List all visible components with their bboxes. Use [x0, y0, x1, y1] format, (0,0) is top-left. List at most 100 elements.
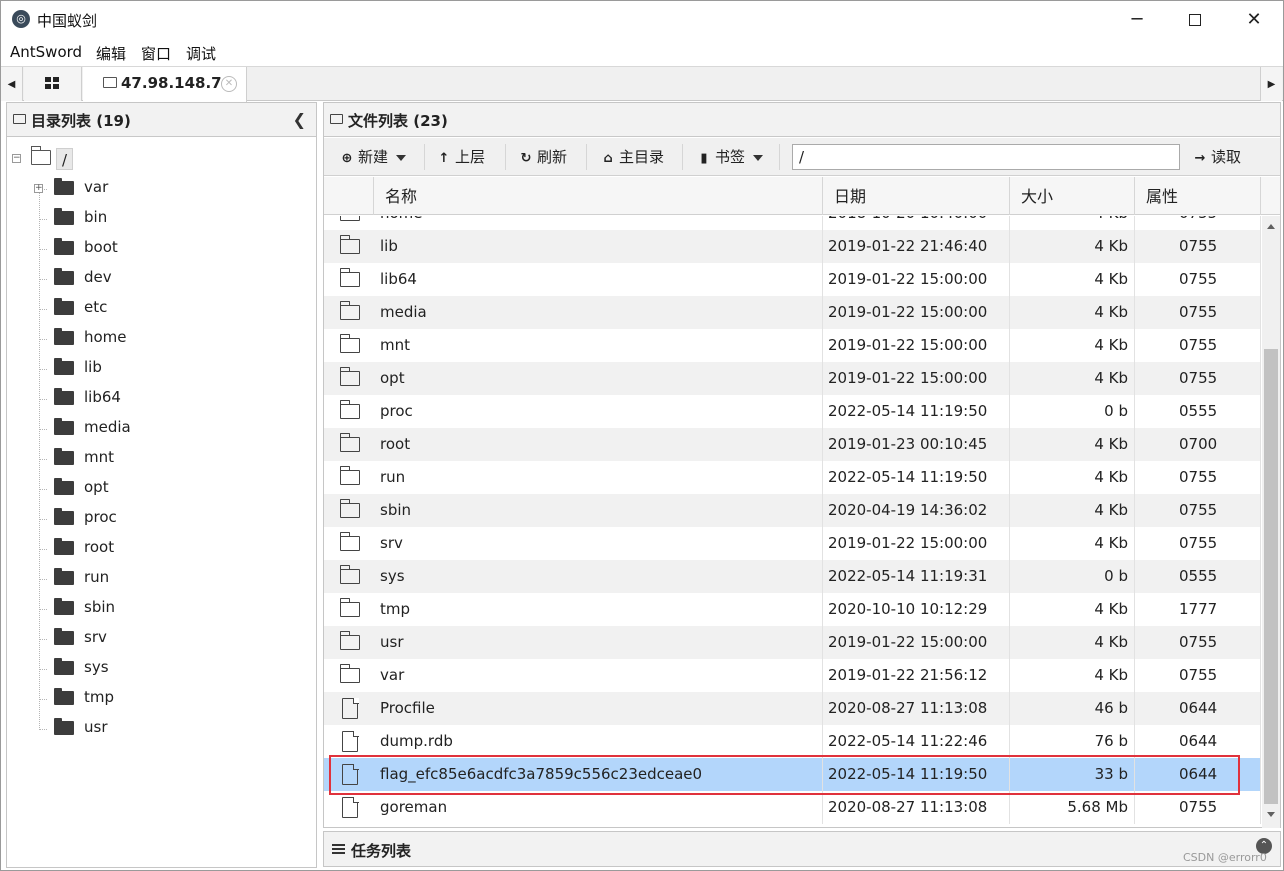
table-row[interactable]: home2018-10-20 10:40:004 Kb0755 — [324, 216, 1261, 230]
tab-home[interactable] — [24, 67, 82, 101]
expand-tree-icon[interactable]: + — [34, 184, 43, 193]
table-row[interactable]: lib 2019-01-22 21:46:40 4 Kb 0755 — [324, 230, 1261, 263]
table-row[interactable]: run 2022-05-14 11:19:50 4 Kb 0755 — [324, 461, 1261, 494]
file-list-scrollbar[interactable] — [1262, 216, 1280, 828]
tree-item-opt[interactable]: opt — [39, 475, 287, 503]
row-name: proc — [374, 395, 823, 428]
row-name: sbin — [374, 494, 823, 527]
tree-item-proc[interactable]: proc — [39, 505, 287, 533]
tree-item-sys[interactable]: sys — [39, 655, 287, 683]
tree-item-label: lib — [84, 358, 102, 376]
tab-scroll-right-button[interactable]: ▶ — [1260, 67, 1282, 101]
table-row[interactable]: flag_efc85e6acdfc3a7859c556c23edceae0 202… — [324, 758, 1261, 791]
collapse-left-icon[interactable]: ❮ — [293, 110, 306, 129]
menu-antsword[interactable]: AntSword — [10, 43, 82, 61]
tree-root-label[interactable]: / — [56, 148, 74, 170]
table-row[interactable]: Procfile 2020-08-27 11:13:08 46 b 0644 — [324, 692, 1261, 725]
maximize-button[interactable] — [1166, 1, 1224, 39]
tab-scroll-left-button[interactable]: ◀ — [1, 67, 23, 101]
table-row[interactable]: opt 2019-01-22 15:00:00 4 Kb 0755 — [324, 362, 1261, 395]
table-row[interactable]: srv 2019-01-22 15:00:00 4 Kb 0755 — [324, 527, 1261, 560]
tree-item-boot[interactable]: boot — [39, 235, 287, 263]
tree-item-lib[interactable]: lib — [39, 355, 287, 383]
row-icon-cell — [324, 758, 374, 791]
tree-guide-line — [39, 184, 40, 730]
minimize-button[interactable]: ─ — [1108, 1, 1166, 39]
table-row[interactable]: proc 2022-05-14 11:19:50 0 b 0555 — [324, 395, 1261, 428]
tree-item-home[interactable]: home — [39, 325, 287, 353]
row-icon-cell — [324, 230, 374, 263]
file-list-header: 名称 日期 大小 属性 — [324, 177, 1280, 215]
row-icon-cell — [324, 296, 374, 329]
row-permissions: 0755 — [1135, 527, 1261, 560]
home-label: 主目录 — [619, 148, 665, 166]
read-label: 读取 — [1211, 148, 1242, 166]
table-row[interactable]: lib64 2019-01-22 15:00:00 4 Kb 0755 — [324, 263, 1261, 296]
file-icon — [342, 796, 359, 818]
table-row[interactable]: var 2019-01-22 21:56:12 4 Kb 0755 — [324, 659, 1261, 692]
row-size: 4 Kb — [1010, 461, 1135, 494]
tree-item-dev[interactable]: dev — [39, 265, 287, 293]
new-button[interactable]: ⊕ 新建 — [340, 144, 407, 170]
column-name[interactable]: 名称 — [374, 177, 823, 215]
table-row[interactable]: mnt 2019-01-22 15:00:00 4 Kb 0755 — [324, 329, 1261, 362]
folder-icon — [339, 268, 360, 287]
table-row[interactable]: root 2019-01-23 00:10:45 4 Kb 0700 — [324, 428, 1261, 461]
row-icon-cell — [324, 395, 374, 428]
row-name: run — [374, 461, 823, 494]
row-icon-cell — [324, 428, 374, 461]
home-dir-button[interactable]: ⌂ 主目录 — [601, 144, 664, 170]
tree-item-tmp[interactable]: tmp — [39, 685, 287, 713]
tree-item-mnt[interactable]: mnt — [39, 445, 287, 473]
tree-item-var[interactable]: + var — [34, 175, 287, 203]
row-size: 4 Kb — [1010, 659, 1135, 692]
tree-item-lib64[interactable]: lib64 — [39, 385, 287, 413]
table-row[interactable]: media 2019-01-22 15:00:00 4 Kb 0755 — [324, 296, 1261, 329]
tab-close-icon[interactable]: ✕ — [221, 76, 237, 92]
path-input[interactable] — [792, 144, 1180, 170]
column-permissions[interactable]: 属性 — [1135, 177, 1261, 215]
row-date: 2019-01-22 15:00:00 — [823, 263, 1010, 296]
row-name: usr — [374, 626, 823, 659]
tree-item-usr[interactable]: usr — [39, 715, 287, 743]
row-size: 5.68 Mb — [1010, 791, 1135, 824]
table-row[interactable]: usr 2019-01-22 15:00:00 4 Kb 0755 — [324, 626, 1261, 659]
row-date: 2019-01-22 21:46:40 — [823, 230, 1010, 263]
up-button[interactable]: ↑ 上层 — [437, 144, 485, 170]
tree-item-bin[interactable]: bin — [39, 205, 287, 233]
tree-item-run[interactable]: run — [39, 565, 287, 593]
refresh-button[interactable]: ↻ 刷新 — [519, 144, 567, 170]
close-button[interactable]: ✕ — [1225, 1, 1283, 39]
row-name: mnt — [374, 329, 823, 362]
folder-icon — [339, 466, 360, 485]
bookmark-button[interactable]: ▮ 书签 — [697, 144, 764, 170]
tree-item-etc[interactable]: etc — [39, 295, 287, 323]
tree-item-sbin[interactable]: sbin — [39, 595, 287, 623]
folder-icon — [54, 208, 74, 225]
table-row[interactable]: dump.rdb 2022-05-14 11:22:46 76 b 0644 — [324, 725, 1261, 758]
scrollbar-thumb[interactable] — [1264, 349, 1278, 804]
read-button[interactable]: → 读取 — [1193, 144, 1241, 170]
table-row[interactable]: tmp 2020-10-10 10:12:29 4 Kb 1777 — [324, 593, 1261, 626]
menu-edit[interactable]: 编辑 — [96, 43, 126, 64]
tab-shell-session[interactable]: 47.98.148.7 ✕ — [83, 67, 247, 102]
folder-icon — [339, 235, 360, 254]
menu-debug[interactable]: 调试 — [186, 43, 216, 64]
table-row[interactable]: goreman 2020-08-27 11:13:08 5.68 Mb 0755 — [324, 791, 1261, 824]
column-date[interactable]: 日期 — [823, 177, 1010, 215]
scroll-up-icon[interactable] — [1267, 224, 1275, 229]
row-name: tmp — [374, 593, 823, 626]
folder-icon — [339, 664, 360, 683]
tree-item-media[interactable]: media — [39, 415, 287, 443]
tree-item-root[interactable]: root — [39, 535, 287, 563]
tree-item-label: media — [84, 418, 131, 436]
menu-window[interactable]: 窗口 — [141, 43, 171, 64]
scroll-down-icon[interactable] — [1267, 812, 1275, 817]
table-row[interactable]: sbin 2020-04-19 14:36:02 4 Kb 0755 — [324, 494, 1261, 527]
table-row[interactable]: sys 2022-05-14 11:19:31 0 b 0555 — [324, 560, 1261, 593]
row-icon-cell — [324, 725, 374, 758]
collapse-tree-icon[interactable]: − — [12, 154, 21, 163]
tree-item-srv[interactable]: srv — [39, 625, 287, 653]
tree-item-label: root — [84, 538, 115, 556]
column-size[interactable]: 大小 — [1010, 177, 1135, 215]
